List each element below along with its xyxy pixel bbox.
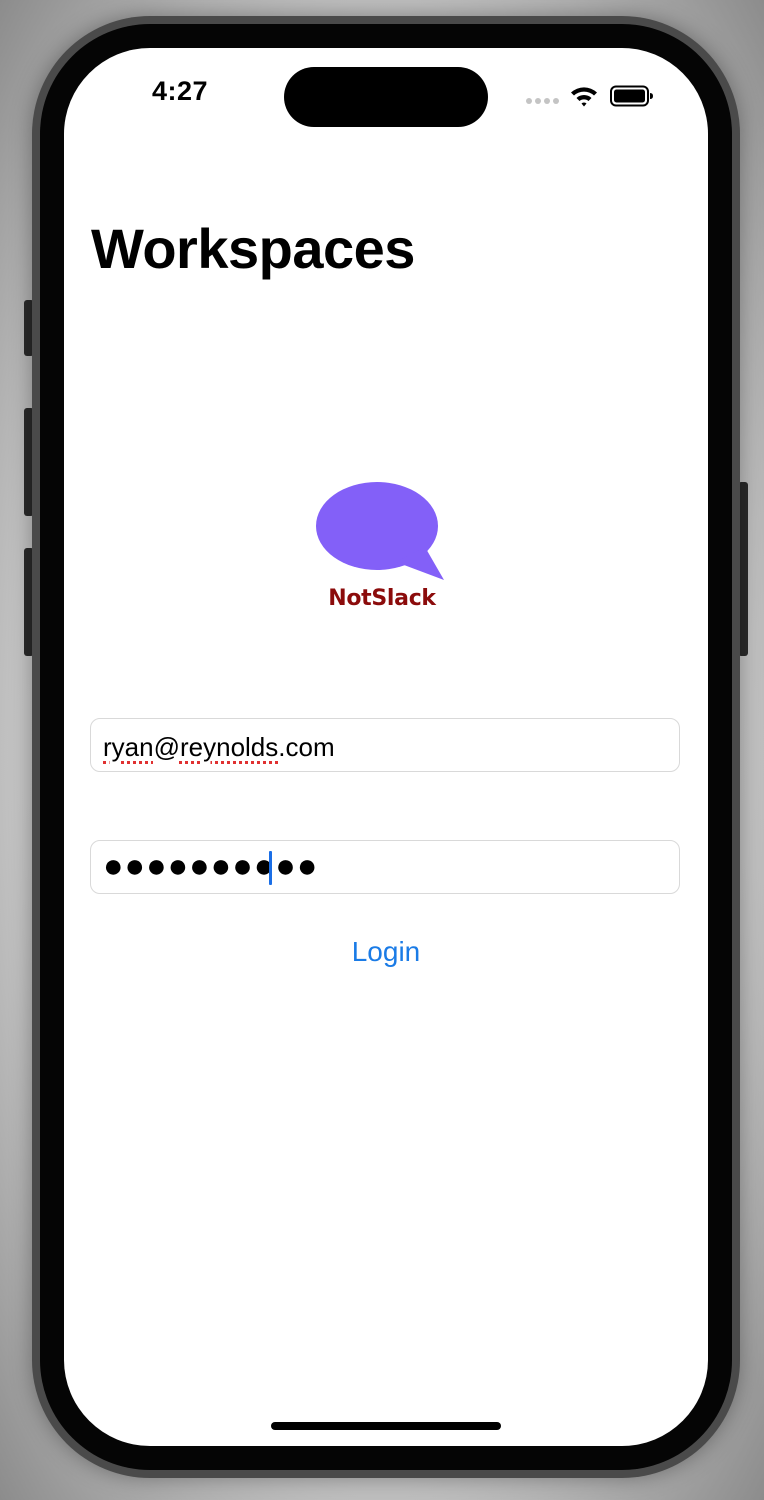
email-value-part-1: ryan xyxy=(103,732,154,762)
text-cursor xyxy=(269,851,272,885)
app-screen: 4:27 Workspaces NotSlack ryan@reynolds.c… xyxy=(64,48,708,1446)
dynamic-island xyxy=(284,67,488,127)
email-value-part-3: reynolds xyxy=(179,732,279,762)
wifi-icon xyxy=(571,87,597,107)
email-field[interactable]: ryan@reynolds.com xyxy=(90,718,680,772)
email-value-part-2: @ xyxy=(153,732,180,762)
status-time: 4:27 xyxy=(152,76,209,106)
email-value: ryan@reynolds.com xyxy=(103,732,335,763)
app-name: NotSlack xyxy=(328,586,436,611)
password-masked-value: ●●●●●●●●●● xyxy=(103,847,319,885)
password-field[interactable]: ●●●●●●●●●● xyxy=(90,840,680,894)
login-button[interactable]: Login xyxy=(326,932,446,972)
page-title: Workspaces xyxy=(91,217,415,280)
speech-bubble-icon xyxy=(316,482,444,580)
cellular-signal-icon xyxy=(526,98,559,104)
home-indicator[interactable] xyxy=(271,1422,501,1430)
email-value-part-4: .com xyxy=(278,732,335,762)
battery-icon xyxy=(610,85,653,107)
